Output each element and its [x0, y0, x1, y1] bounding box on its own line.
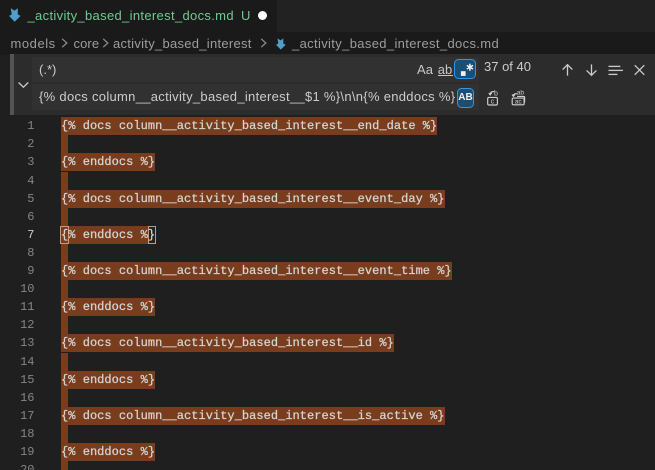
svg-text:c: c [491, 99, 495, 106]
svg-text:b: b [494, 90, 498, 97]
svg-text:ab: ab [517, 90, 525, 97]
svg-text:ac: ac [515, 99, 523, 106]
